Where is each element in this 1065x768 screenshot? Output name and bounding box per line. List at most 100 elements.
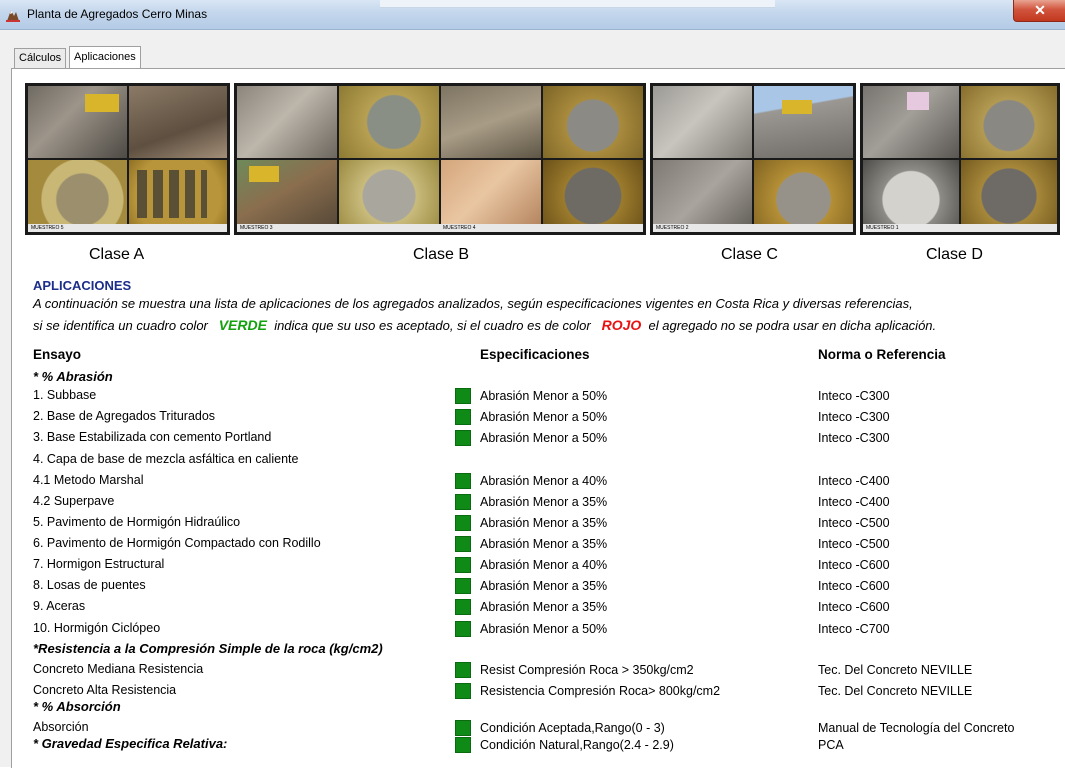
intro-text-b: indica que su uso es aceptado, si el cua…	[274, 318, 591, 333]
norma-text: PCA	[818, 738, 844, 752]
status-indicator	[455, 621, 471, 637]
norma-text: Inteco -C400	[818, 495, 890, 509]
status-indicator	[455, 662, 471, 678]
specification-text: Abrasión Menor a 50%	[480, 389, 608, 403]
list-item: 3. Base Estabilizada con cemento Portlan…	[0, 428, 1065, 449]
tab-calculos[interactable]: Cálculos	[14, 48, 67, 68]
caption-clase-c: Clase C	[721, 246, 778, 263]
ensayo-label: Concreto Alta Resistencia	[33, 683, 177, 697]
photo-clase-c: MUESTREO 2	[650, 83, 856, 235]
intro-text-c: el agregado no se podra usar en dicha ap…	[648, 318, 937, 333]
status-indicator	[455, 683, 471, 699]
specification-text: Resist Compresión Roca > 350kg/cm2	[480, 663, 694, 677]
specification-text: Condición Aceptada,Rango(0 - 3)	[480, 721, 665, 735]
list-item: 5. Pavimento de Hormigón Hidraúlico Abras…	[0, 513, 1065, 534]
specification-text: Abrasión Menor a 35%	[480, 516, 608, 530]
list-item: 4.2 Superpave Abrasión Menor a 35% Inteco …	[0, 492, 1065, 513]
status-indicator	[455, 737, 471, 753]
section-heading: *Resistencia a la Compresión Simple de l…	[33, 641, 383, 656]
ensayo-label: 9. Aceras	[33, 599, 86, 613]
specification-text: Abrasión Menor a 35%	[480, 495, 608, 509]
caption-clase-b: Clase B	[413, 246, 470, 263]
list-item: 7. Hormigon Estructural Abrasión Menor a …	[0, 555, 1065, 576]
specification-text: Condición Natural,Rango(2.4 - 2.9)	[480, 738, 674, 752]
norma-text: Inteco -C600	[818, 600, 890, 614]
specification-text: Abrasión Menor a 40%	[480, 474, 608, 488]
caption-clase-a: Clase A	[89, 246, 145, 263]
norma-text: Inteco -C300	[818, 389, 890, 403]
norma-text: Inteco -C500	[818, 537, 890, 551]
status-indicator	[455, 494, 471, 510]
list-item: 9. Aceras Abrasión Menor a 35% Inteco -C60…	[0, 597, 1065, 618]
section-title: APLICACIONES	[33, 278, 132, 293]
photo-label: MUESTREO 1	[863, 224, 1057, 232]
caption-clase-d: Clase D	[926, 246, 983, 263]
photo-clase-b: MUESTREO 3 MUESTREO 4	[234, 83, 646, 235]
ensayo-label: 4.2 Superpave	[33, 494, 115, 508]
status-indicator	[455, 599, 471, 615]
list-item: Concreto Mediana Resistencia Resist Compr…	[0, 660, 1065, 681]
norma-text: Inteco -C600	[818, 579, 890, 593]
norma-text: Inteco -C600	[818, 558, 890, 572]
specification-text: Abrasión Menor a 40%	[480, 558, 608, 572]
ensayo-label: 8. Losas de puentes	[33, 578, 146, 592]
norma-text: Inteco -C300	[818, 410, 890, 424]
intro-line-1: A continuación se muestra una lista de a…	[33, 296, 913, 311]
specification-text: Abrasión Menor a 35%	[480, 537, 608, 551]
specification-text: Abrasión Menor a 50%	[480, 622, 608, 636]
specification-text: Abrasión Menor a 50%	[480, 431, 608, 445]
intro-line-2: si se identifica un cuadro color VERDE i…	[33, 317, 936, 333]
app-icon	[6, 10, 20, 22]
ensayo-label: 4.1 Metodo Marshal	[33, 473, 144, 487]
norma-text: Tec. Del Concreto NEVILLE	[818, 663, 973, 677]
ensayo-label: Absorción	[33, 720, 89, 734]
section-row: *Resistencia a la Compresión Simple de l…	[0, 640, 1065, 661]
ensayo-label: 6. Pavimento de Hormigón Compactado con …	[33, 536, 321, 550]
title-bar: Planta de Agregados Cerro Minas ✕	[0, 0, 1065, 30]
title-bar-gap	[380, 0, 775, 8]
status-indicator	[455, 388, 471, 404]
ensayo-label: 4. Capa de base de mezcla asfáltica en c…	[33, 452, 299, 466]
ensayo-label: 2. Base de Agregados Triturados	[33, 409, 216, 423]
photo-label: MUESTREO 2	[653, 224, 853, 232]
ensayo-label: 3. Base Estabilizada con cemento Portlan…	[33, 430, 272, 444]
rojo-label: ROJO	[601, 317, 642, 333]
photo-label: MUESTREO 3	[237, 224, 440, 232]
status-indicator	[455, 430, 471, 446]
specification-text: Resistencia Compresión Roca> 800kg/cm2	[480, 684, 721, 698]
norma-text: Tec. Del Concreto NEVILLE	[818, 684, 973, 698]
photo-clase-d: MUESTREO 1	[860, 83, 1060, 235]
status-indicator	[455, 515, 471, 531]
tab-aplicaciones[interactable]: Aplicaciones	[69, 46, 141, 68]
photo-label: MUESTREO 4	[440, 224, 643, 232]
close-button[interactable]: ✕	[1013, 0, 1065, 22]
list-item: 8. Losas de puentes Abrasión Menor a 35% I…	[0, 576, 1065, 597]
section-row: * Gravedad Especifica Relativa: Condición…	[0, 735, 1065, 756]
list-item: 1. Subbase Abrasión Menor a 50% Inteco -C3…	[0, 386, 1065, 407]
verde-label: VERDE	[218, 317, 267, 333]
list-item: 10. Hormigón Ciclópeo Abrasión Menor a 50…	[0, 619, 1065, 640]
specification-text: Abrasión Menor a 50%	[480, 410, 608, 424]
section-heading: * Gravedad Especifica Relativa:	[33, 736, 228, 751]
intro-text-a: si se identifica un cuadro color	[33, 318, 208, 333]
photo-clase-a: MUESTREO 5	[25, 83, 230, 235]
section-heading: * % Absorción	[33, 699, 121, 714]
status-indicator	[455, 557, 471, 573]
column-header-ensayo: Ensayo	[33, 347, 82, 362]
status-indicator	[455, 409, 471, 425]
specification-text: Abrasión Menor a 35%	[480, 579, 608, 593]
section-row: * % Absorción	[0, 698, 1065, 719]
ensayo-label: 10. Hormigón Ciclópeo	[33, 621, 161, 635]
ensayo-label: 5. Pavimento de Hormigón Hidraúlico	[33, 515, 241, 529]
status-indicator	[455, 473, 471, 489]
status-indicator	[455, 578, 471, 594]
list-item: 6. Pavimento de Hormigón Compactado con …	[0, 534, 1065, 555]
list-item: 4.1 Metodo Marshal Abrasión Menor a 40% In…	[0, 471, 1065, 492]
norma-text: Inteco -C400	[818, 474, 890, 488]
list-item: 4. Capa de base de mezcla asfáltica en c…	[0, 450, 1065, 471]
norma-text: Inteco -C700	[818, 622, 890, 636]
column-header-especificaciones: Especificaciones	[480, 347, 590, 362]
photo-label: MUESTREO 5	[28, 224, 227, 232]
ensayo-label: 7. Hormigon Estructural	[33, 557, 165, 571]
section-heading: * % Abrasión	[33, 369, 113, 384]
